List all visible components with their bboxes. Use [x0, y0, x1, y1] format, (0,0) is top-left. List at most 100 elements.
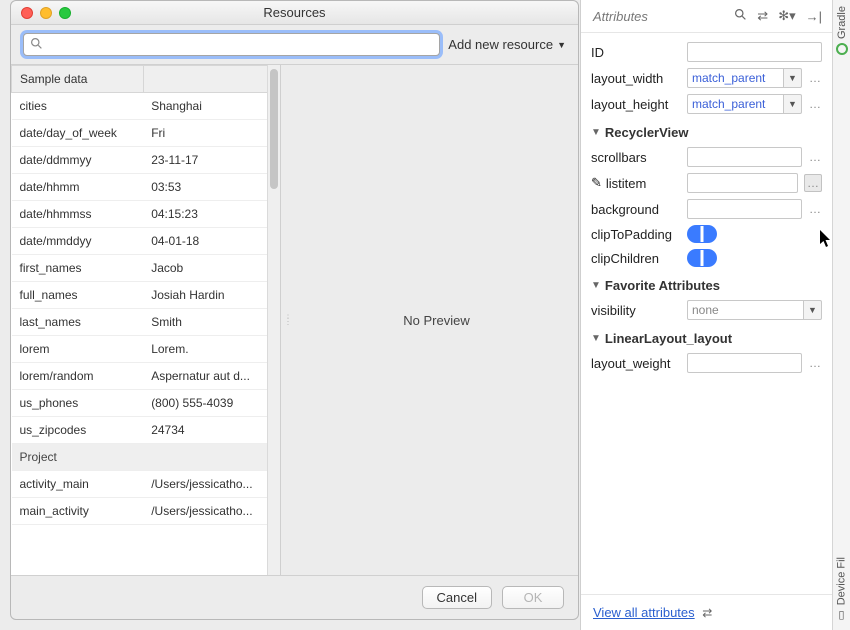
cell-key: us_zipcodes [12, 417, 144, 444]
col-header-value[interactable] [143, 66, 279, 93]
attr-row-listitem: ✎listitem … [591, 170, 822, 196]
more-icon[interactable]: … [808, 202, 822, 216]
close-icon[interactable] [21, 7, 33, 19]
disclosure-icon: ▼ [591, 280, 601, 291]
attr-row-layout-weight: layout_weight… [591, 350, 822, 376]
rail-label: Device Fil [836, 557, 848, 605]
more-icon[interactable]: … [808, 97, 822, 111]
attr-toggle[interactable] [687, 225, 717, 243]
search-icon [30, 37, 43, 53]
cell-value: /Users/jessicatho... [143, 471, 279, 498]
col-header-name[interactable]: Sample data [12, 66, 144, 93]
attr-input[interactable] [687, 199, 802, 219]
resources-dialog: Resources Add new resource ▼ Sample data [10, 0, 579, 620]
table-row[interactable]: date/hhmmss04:15:23 [12, 201, 280, 228]
table-row[interactable]: full_namesJosiah Hardin [12, 282, 280, 309]
rail-item-gradle[interactable]: Gradle [836, 6, 848, 55]
resource-table: Sample data citiesShanghaidate/day_of_we… [11, 65, 280, 525]
attr-row-scrollbars: scrollbars… [591, 144, 822, 170]
attr-label: ✎listitem [591, 175, 681, 191]
gear-icon[interactable]: ✻▾ [778, 8, 795, 24]
cell-value: Aspernatur aut d... [143, 363, 279, 390]
splitter[interactable]: ⋮⋮ [281, 65, 295, 575]
table-row[interactable]: date/mmddyy04-01-18 [12, 228, 280, 255]
table-row[interactable]: citiesShanghai [12, 93, 280, 120]
attr-toggle[interactable] [687, 249, 717, 267]
attr-combo-layout-height[interactable]: match_parent ▼ [687, 94, 802, 114]
attributes-body: ID layout_width match_parent ▼ … layout_… [581, 33, 832, 594]
more-icon[interactable]: … [804, 174, 822, 192]
table-row[interactable]: activity_main/Users/jessicatho... [12, 471, 280, 498]
section-title: RecyclerView [605, 125, 689, 140]
section-title: Favorite Attributes [605, 278, 720, 293]
more-icon[interactable]: … [808, 356, 822, 370]
more-icon[interactable]: … [808, 150, 822, 164]
attr-input[interactable] [687, 173, 798, 193]
cell-value: Lorem. [143, 336, 279, 363]
resource-table-pane: Sample data citiesShanghaidate/day_of_we… [11, 65, 281, 575]
rail-item-device-file[interactable]: ▯ Device Fil [835, 557, 848, 622]
more-icon[interactable]: … [808, 71, 822, 85]
search-field-wrap [23, 33, 440, 56]
vertical-scrollbar[interactable] [267, 65, 280, 575]
attr-label: clipChildren [591, 251, 681, 266]
attr-combo[interactable]: none▼ [687, 300, 822, 320]
cell-key: lorem [12, 336, 144, 363]
swap-icon[interactable]: ⇄ [757, 8, 768, 24]
attr-input[interactable] [687, 353, 802, 373]
attr-input[interactable] [687, 147, 802, 167]
cell-key: first_names [12, 255, 144, 282]
window-controls [11, 7, 71, 19]
swap-icon: ⇄ [702, 606, 712, 620]
search-icon[interactable] [734, 8, 747, 24]
chevron-down-icon[interactable]: ▼ [784, 68, 802, 88]
table-row[interactable]: us_phones(800) 555-4039 [12, 390, 280, 417]
cell-value: Josiah Hardin [143, 282, 279, 309]
table-group-header: Project [12, 444, 280, 471]
table-row[interactable]: lorem/randomAspernatur aut d... [12, 363, 280, 390]
table-row[interactable]: date/hhmm03:53 [12, 174, 280, 201]
add-new-resource-menu[interactable]: Add new resource ▼ [448, 37, 566, 52]
zoom-icon[interactable] [59, 7, 71, 19]
table-scroll[interactable]: Sample data citiesShanghaidate/day_of_we… [11, 65, 280, 575]
table-row[interactable]: date/day_of_weekFri [12, 120, 280, 147]
attributes-header: Attributes ⇄ ✻▾ →| [581, 0, 832, 33]
attr-label: layout_width [591, 71, 681, 86]
cell-key: activity_main [12, 471, 144, 498]
section-header[interactable]: ▼ Favorite Attributes [591, 270, 822, 297]
cell-value: Smith [143, 309, 279, 336]
table-row[interactable]: loremLorem. [12, 336, 280, 363]
table-row[interactable]: first_namesJacob [12, 255, 280, 282]
chevron-down-icon: ▼ [557, 40, 566, 50]
attr-input-id[interactable] [687, 42, 822, 62]
section-title: LinearLayout_layout [605, 331, 732, 346]
chevron-down-icon[interactable]: ▼ [804, 300, 822, 320]
rail-label: Gradle [836, 6, 848, 39]
chevron-down-icon[interactable]: ▼ [784, 94, 802, 114]
attr-row-layout-width: layout_width match_parent ▼ … [591, 65, 822, 91]
disclosure-icon: ▼ [591, 127, 601, 138]
attr-combo-layout-width[interactable]: match_parent ▼ [687, 68, 802, 88]
disclosure-icon: ▼ [591, 333, 601, 344]
table-row[interactable]: last_namesSmith [12, 309, 280, 336]
collapse-icon[interactable]: →| [806, 9, 822, 24]
view-all-attributes-link[interactable]: View all attributes [593, 605, 695, 620]
attr-row-background: background… [591, 196, 822, 222]
attr-label: layout_height [591, 97, 681, 112]
table-row[interactable]: main_activity/Users/jessicatho... [12, 498, 280, 525]
attributes-title: Attributes [593, 9, 648, 24]
minimize-icon[interactable] [40, 7, 52, 19]
section-header[interactable]: ▼ LinearLayout_layout [591, 323, 822, 350]
section-header[interactable]: ▼ RecyclerView [591, 117, 822, 144]
scrollbar-thumb[interactable] [270, 69, 278, 189]
attributes-toolbar: ⇄ ✻▾ →| [734, 8, 822, 24]
table-row[interactable]: us_zipcodes24734 [12, 417, 280, 444]
gradle-icon [836, 43, 848, 55]
dialog-title: Resources [11, 5, 578, 20]
search-input[interactable] [24, 34, 439, 55]
attr-row-visibility: visibilitynone▼ [591, 297, 822, 323]
table-row[interactable]: date/ddmmyy23-11-17 [12, 147, 280, 174]
cancel-button[interactable]: Cancel [422, 586, 492, 609]
cell-value: /Users/jessicatho... [143, 498, 279, 525]
cell-value: Shanghai [143, 93, 279, 120]
